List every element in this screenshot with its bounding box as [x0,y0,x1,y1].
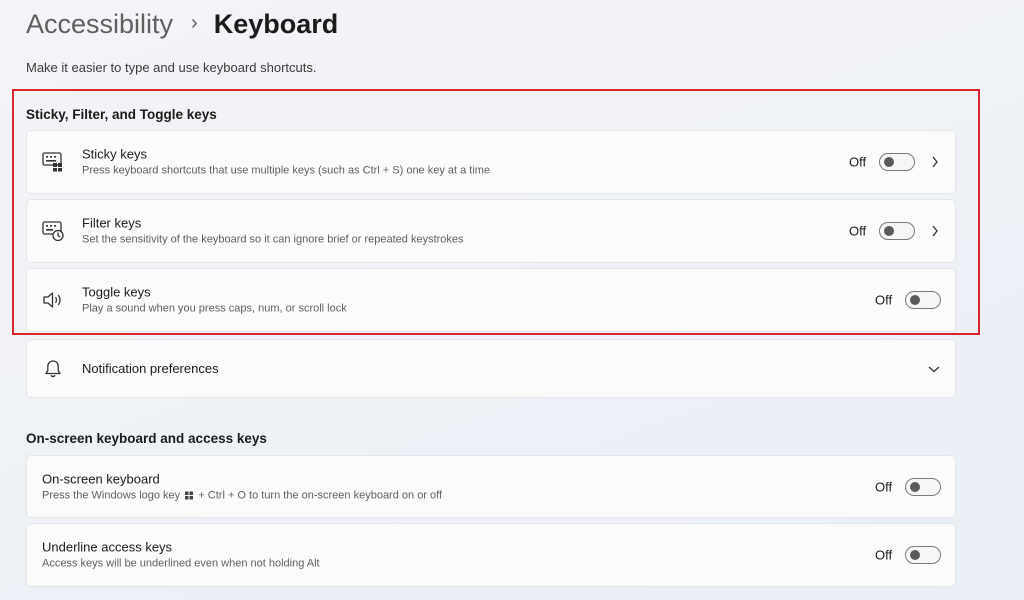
chevron-down-icon[interactable] [928,363,940,375]
sticky-keys-title: Sticky keys [82,146,148,162]
breadcrumb: Accessibility › Keyboard [26,6,338,42]
underline-access-keys-title: Underline access keys [42,539,173,555]
sticky-keys-icon [42,151,64,173]
underline-access-keys-toggle[interactable] [905,546,941,564]
toggle-keys-row: Toggle keys Play a sound when you press … [26,268,956,332]
filter-keys-row[interactable]: Filter keys Set the sensitivity of the k… [26,199,956,263]
filter-keys-title: Filter keys [82,215,142,231]
sticky-keys-row[interactable]: Sticky keys Press keyboard shortcuts tha… [26,130,956,194]
breadcrumb-parent-link[interactable]: Accessibility [26,9,173,40]
underline-access-keys-state-label: Off [875,547,893,563]
bell-icon [42,358,64,380]
sticky-keys-state-label: Off [849,154,867,170]
speaker-icon [42,289,64,311]
filter-keys-description: Set the sensitivity of the keyboard so i… [82,233,464,246]
page-title: Keyboard [213,8,339,39]
underline-access-keys-row: Underline access keys Access keys will b… [26,523,956,587]
notification-preferences-row[interactable]: Notification preferences [26,339,956,398]
sticky-keys-toggle[interactable] [879,153,915,171]
toggle-keys-toggle[interactable] [905,291,941,309]
sticky-keys-description: Press keyboard shortcuts that use multip… [82,164,491,177]
toggle-keys-title: Toggle keys [82,284,151,300]
onscreen-keyboard-description: Press the Windows logo key + Ctrl + O to… [42,489,443,501]
toggle-keys-description: Play a sound when you press caps, num, o… [82,302,347,315]
underline-access-keys-description: Access keys will be underlined even when… [42,557,320,570]
onscreen-keyboard-toggle[interactable] [905,477,941,496]
section-title-sticky-filter-toggle: Sticky, Filter, and Toggle keys [26,107,217,122]
notification-preferences-title: Notification preferences [82,360,219,376]
filter-keys-toggle[interactable] [879,222,915,240]
filter-keys-icon [42,220,64,242]
section-title-onscreen-keyboard: On-screen keyboard and access keys [26,431,267,446]
onscreen-keyboard-row: On-screen keyboard Press the Windows log… [26,455,956,518]
windows-logo-icon [185,489,194,499]
chevron-right-icon[interactable] [929,156,941,168]
onscreen-keyboard-title: On-screen keyboard [42,471,160,486]
page-description: Make it easier to type and use keyboard … [26,60,317,75]
onscreen-keyboard-state-label: Off [875,479,893,494]
breadcrumb-separator: › [191,11,198,34]
toggle-keys-state-label: Off [875,292,893,308]
filter-keys-state-label: Off [849,223,867,239]
chevron-right-icon[interactable] [929,225,941,237]
